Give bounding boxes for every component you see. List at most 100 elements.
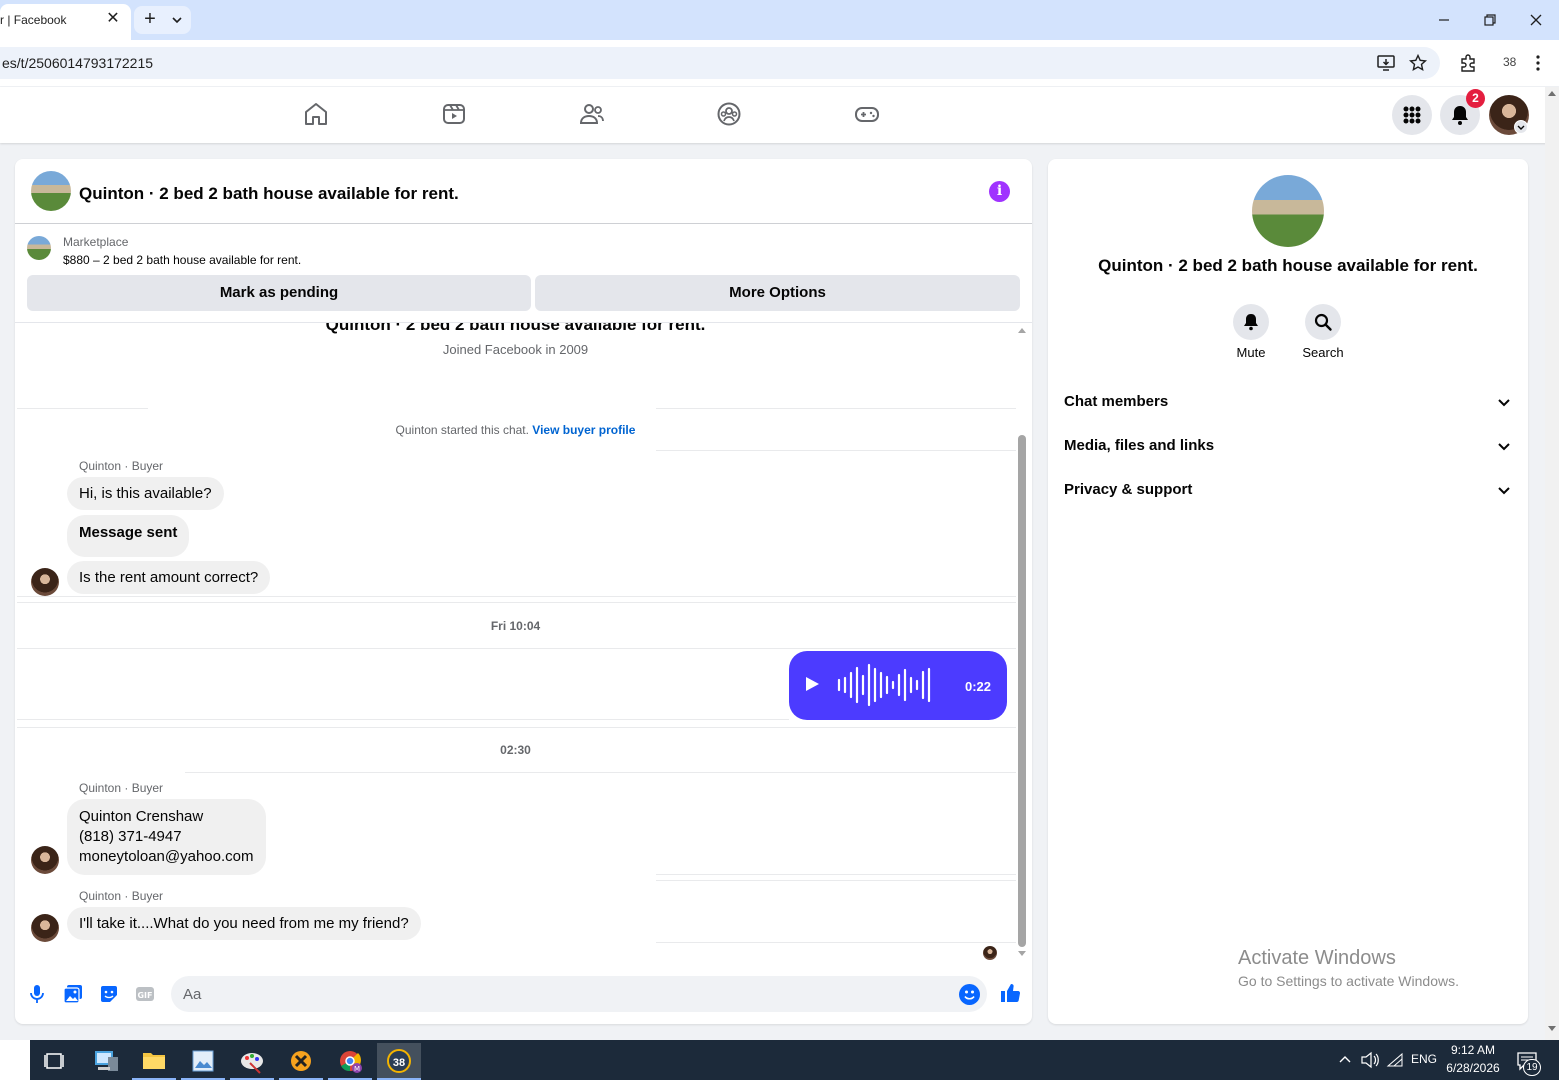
- clock-date[interactable]: 6/28/2026: [1438, 1061, 1508, 1075]
- message-list[interactable]: Quinton · 2 bed 2 bath house available f…: [15, 323, 1016, 945]
- chat-started-notice: Quinton started this chat. View buyer pr…: [15, 423, 1016, 437]
- photo-icon[interactable]: [63, 984, 83, 1004]
- divider: [17, 408, 148, 409]
- chevron-down-icon[interactable]: [1496, 482, 1512, 498]
- notification-count-badge: 19: [1523, 1059, 1541, 1076]
- view-buyer-profile-link[interactable]: View buyer profile: [532, 423, 635, 437]
- wifi-icon[interactable]: [1386, 1052, 1404, 1068]
- groups-icon[interactable]: [716, 101, 742, 127]
- listing-avatar[interactable]: [1252, 175, 1324, 247]
- search-button[interactable]: [1305, 304, 1341, 340]
- play-icon[interactable]: [806, 677, 819, 691]
- language-indicator[interactable]: ENG: [1411, 1052, 1437, 1066]
- listing-thumbnail[interactable]: [31, 171, 71, 211]
- joined-text: Joined Facebook in 2009: [442, 342, 589, 357]
- marketplace-thumbnail[interactable]: [27, 236, 51, 260]
- tab-close-icon[interactable]: ✕: [104, 10, 122, 28]
- divider: [17, 648, 1016, 649]
- voice-message[interactable]: 0:22: [789, 651, 1007, 720]
- bookmark-star-icon[interactable]: [1408, 53, 1428, 73]
- chevron-up-icon[interactable]: [1337, 1052, 1353, 1068]
- contact-name: Quinton Crenshaw: [79, 808, 204, 825]
- mute-button[interactable]: [1233, 304, 1269, 340]
- divider: [17, 602, 1016, 603]
- close-window-icon[interactable]: [1526, 10, 1546, 30]
- task-view-icon[interactable]: [33, 1043, 77, 1080]
- contact-phone: (818) 371-4947: [79, 828, 182, 845]
- emoji-icon[interactable]: [959, 984, 980, 1005]
- timestamp: Fri 10:04: [490, 619, 541, 633]
- minimize-icon[interactable]: [1434, 10, 1454, 30]
- new-tab-button[interactable]: +: [140, 9, 160, 30]
- sticker-icon[interactable]: [99, 984, 119, 1004]
- divider: [17, 727, 1016, 728]
- divider: [17, 719, 789, 720]
- friends-icon[interactable]: [579, 101, 605, 127]
- volume-icon[interactable]: [1360, 1051, 1380, 1069]
- chevron-down-icon[interactable]: [1496, 394, 1512, 410]
- restore-icon[interactable]: [1480, 10, 1500, 30]
- page-scrollbar[interactable]: [1545, 87, 1559, 1040]
- notification-badge: 2: [1466, 89, 1485, 108]
- thumbs-up-icon[interactable]: [999, 982, 1021, 1004]
- chevron-down-icon[interactable]: [1496, 438, 1512, 454]
- divider: [656, 942, 1016, 943]
- message-bubble[interactable]: Hi, is this available?: [67, 477, 224, 510]
- message-input[interactable]: [171, 976, 987, 1012]
- clock-time[interactable]: 9:12 AM: [1438, 1043, 1508, 1057]
- computer-app-icon[interactable]: [84, 1043, 128, 1080]
- conversation-info-panel: [1048, 159, 1528, 1024]
- listing-summary[interactable]: $880 – 2 bed 2 bath house available for …: [63, 253, 301, 267]
- scrollbar-thumb[interactable]: [1018, 435, 1026, 947]
- timestamp: 02:30: [500, 743, 531, 757]
- xampp-app-icon[interactable]: [279, 1043, 323, 1080]
- gif-icon[interactable]: GIF: [135, 984, 155, 1004]
- contact-email: moneytoloan@yahoo.com: [79, 848, 254, 865]
- media-files-links-section[interactable]: Media, files and links: [1064, 437, 1214, 454]
- video-icon[interactable]: [441, 101, 467, 127]
- home-icon[interactable]: [303, 101, 329, 127]
- divider: [656, 408, 1016, 409]
- chat-started-text: Quinton started this chat.: [395, 423, 529, 437]
- divider: [656, 450, 1016, 451]
- account-chevron-icon[interactable]: [1514, 120, 1528, 134]
- chrome-profile-icon[interactable]: M: [328, 1043, 372, 1080]
- message-input-placeholder[interactable]: Aa: [183, 986, 201, 1003]
- address-bar[interactable]: [0, 47, 1440, 79]
- more-options-button[interactable]: More Options: [535, 275, 1020, 311]
- message-bubble[interactable]: Message sent: [67, 515, 190, 557]
- tab-title: r | Facebook: [0, 13, 67, 27]
- mute-label: Mute: [1236, 345, 1266, 360]
- divider: [185, 772, 1016, 773]
- microphone-icon[interactable]: [27, 984, 47, 1004]
- image-viewer-icon[interactable]: [181, 1043, 225, 1080]
- chat-members-section[interactable]: Chat members: [1064, 393, 1168, 410]
- file-explorer-icon[interactable]: [132, 1043, 176, 1080]
- tab-search-chevron-icon[interactable]: [168, 11, 186, 29]
- paint-app-icon[interactable]: [230, 1043, 274, 1080]
- waveform-icon: [837, 663, 931, 707]
- gaming-icon[interactable]: [854, 101, 880, 127]
- chat-title[interactable]: Quinton · 2 bed 2 bath house available f…: [79, 184, 459, 204]
- chrome-badge-count: 38: [392, 1057, 406, 1069]
- info-title: Quinton · 2 bed 2 bath house available f…: [1098, 256, 1478, 275]
- privacy-support-section[interactable]: Privacy & support: [1064, 481, 1192, 498]
- message-bubble[interactable]: I'll take it....What do you need from me…: [67, 907, 421, 940]
- extensions-icon[interactable]: [1458, 53, 1478, 73]
- sender-avatar[interactable]: [31, 568, 59, 596]
- browser-menu-icon[interactable]: [1528, 53, 1548, 73]
- info-icon[interactable]: i: [989, 181, 1010, 202]
- divider: [15, 223, 1032, 224]
- activate-windows-subtitle: Go to Settings to activate Windows.: [1238, 973, 1459, 989]
- sender-avatar[interactable]: [31, 846, 59, 874]
- contact-message-bubble[interactable]: Quinton Crenshaw (818) 371-4947 moneytol…: [67, 799, 266, 875]
- mark-as-pending-button[interactable]: Mark as pending: [27, 275, 531, 311]
- message-bubble[interactable]: Is the rent amount correct?: [67, 561, 271, 594]
- sender-avatar[interactable]: [31, 914, 59, 942]
- install-app-icon[interactable]: [1376, 53, 1396, 73]
- menu-grid-button[interactable]: [1392, 95, 1432, 135]
- profile-title: Quinton · 2 bed 2 bath house available f…: [325, 323, 706, 334]
- extension-count[interactable]: 38: [1503, 55, 1516, 69]
- start-area[interactable]: [0, 1040, 30, 1080]
- url-text[interactable]: es/t/2506014793172215: [2, 55, 153, 71]
